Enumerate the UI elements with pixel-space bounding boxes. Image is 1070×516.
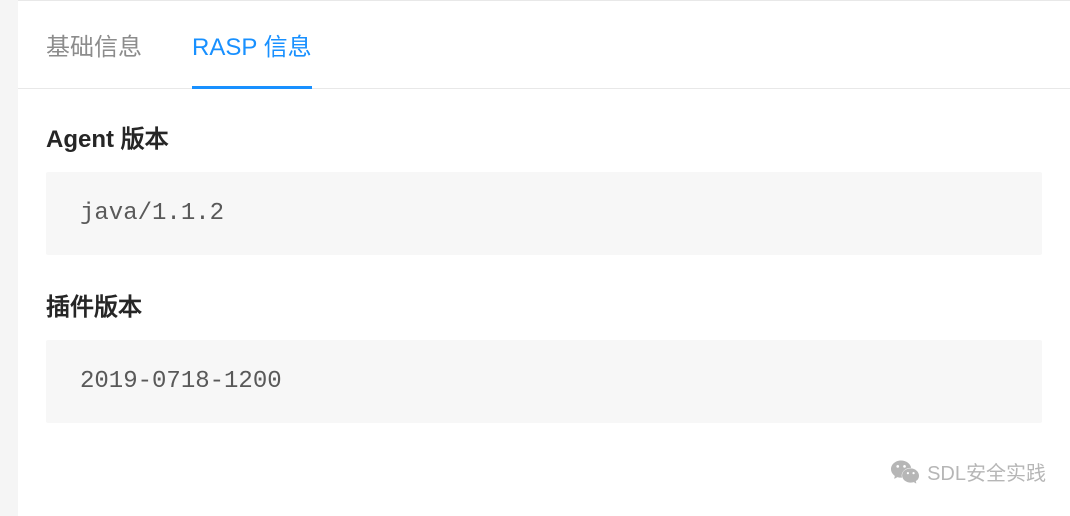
plugin-version-title: 插件版本: [46, 287, 1042, 322]
section-agent-version: Agent 版本 java/1.1.2: [46, 119, 1042, 255]
tab-basic-info[interactable]: 基础信息: [46, 1, 142, 89]
page-container: 基础信息 RASP 信息 Agent 版本 java/1.1.2 插件版本 20…: [18, 0, 1070, 516]
watermark-text: SDL安全实践: [927, 457, 1046, 486]
agent-version-title: Agent 版本: [46, 119, 1042, 154]
watermark: SDL安全实践: [891, 457, 1046, 486]
section-plugin-version: 插件版本 2019-0718-1200: [46, 287, 1042, 423]
content-area: Agent 版本 java/1.1.2 插件版本 2019-0718-1200: [18, 89, 1070, 423]
agent-version-value: java/1.1.2: [46, 172, 1042, 255]
tab-bar: 基础信息 RASP 信息: [18, 1, 1070, 89]
wechat-icon: [891, 458, 919, 486]
tab-rasp-info[interactable]: RASP 信息: [192, 1, 312, 89]
plugin-version-value: 2019-0718-1200: [46, 340, 1042, 423]
